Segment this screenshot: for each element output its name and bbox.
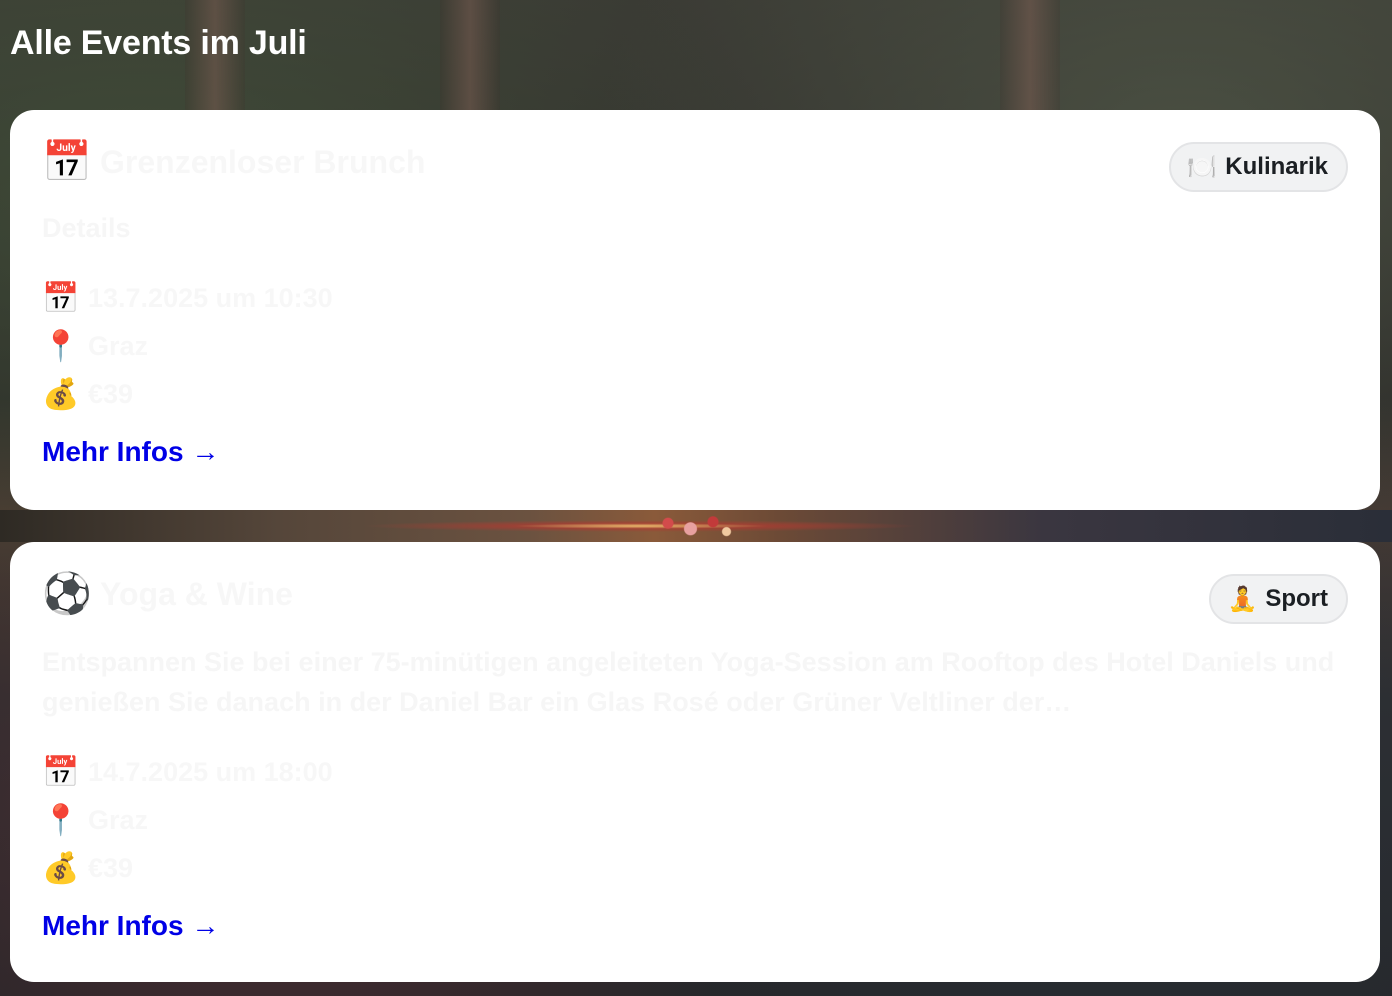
event-price: €39 [88, 852, 134, 883]
event-location: Graz [88, 330, 149, 361]
event-date-row: 📅 14.7.2025 um 18:00 [42, 748, 1348, 796]
event-price: €39 [88, 378, 134, 409]
background-pillar [440, 0, 500, 120]
event-meta: 📅 13.7.2025 um 10:30 📍 Graz 💰 €39 [42, 274, 1348, 418]
event-description: Details [42, 213, 131, 243]
event-list: 📅 Grenzenloser Brunch 🍽️ Kulinarik Detai… [10, 110, 1380, 982]
money-bag-icon: 💰 [42, 376, 80, 412]
event-price-row: 💰 €39 [42, 844, 1348, 892]
event-card-header: 📅 Grenzenloser Brunch [42, 138, 1348, 186]
calendar-icon: 📅 [42, 139, 92, 185]
calendar-icon: 📅 [42, 280, 80, 316]
soccer-ball-icon: ⚽ [42, 571, 92, 617]
more-info-link[interactable]: Mehr Infos → [42, 436, 219, 468]
event-date: 14.7.2025 um 18:00 [88, 756, 333, 787]
event-description: Entspannen Sie bei einer 75-minütigen an… [42, 647, 1335, 717]
event-card: ⚽ Yoga & Wine 🧘 Sport Entspannen Sie bei… [10, 542, 1380, 982]
event-title[interactable]: Grenzenloser Brunch [100, 144, 425, 181]
event-date: 13.7.2025 um 10:30 [88, 282, 333, 313]
pin-icon: 📍 [42, 802, 80, 838]
event-card-header: ⚽ Yoga & Wine [42, 570, 1348, 618]
page-title: Alle Events im Juli [10, 24, 307, 62]
event-meta: 📅 14.7.2025 um 18:00 📍 Graz 💰 €39 [42, 748, 1348, 892]
background-pillar [1000, 0, 1060, 120]
event-location-row: 📍 Graz [42, 322, 1348, 370]
category-badge: 🍽️ Kulinarik [1169, 142, 1348, 192]
event-price-row: 💰 €39 [42, 370, 1348, 418]
more-info-link[interactable]: Mehr Infos → [42, 910, 219, 942]
yoga-person-icon: 🧘 [1227, 585, 1258, 613]
event-date-row: 📅 13.7.2025 um 10:30 [42, 274, 1348, 322]
event-location: Graz [88, 804, 149, 835]
category-label: Sport [1265, 585, 1328, 612]
fork-knife-plate-icon: 🍽️ [1187, 153, 1218, 181]
event-card: 📅 Grenzenloser Brunch 🍽️ Kulinarik Detai… [10, 110, 1380, 510]
category-label: Kulinarik [1225, 153, 1328, 180]
event-location-row: 📍 Graz [42, 796, 1348, 844]
category-badge: 🧘 Sport [1209, 574, 1348, 624]
pin-icon: 📍 [42, 328, 80, 364]
event-title[interactable]: Yoga & Wine [100, 576, 293, 613]
calendar-icon: 📅 [42, 754, 80, 790]
money-bag-icon: 💰 [42, 850, 80, 886]
